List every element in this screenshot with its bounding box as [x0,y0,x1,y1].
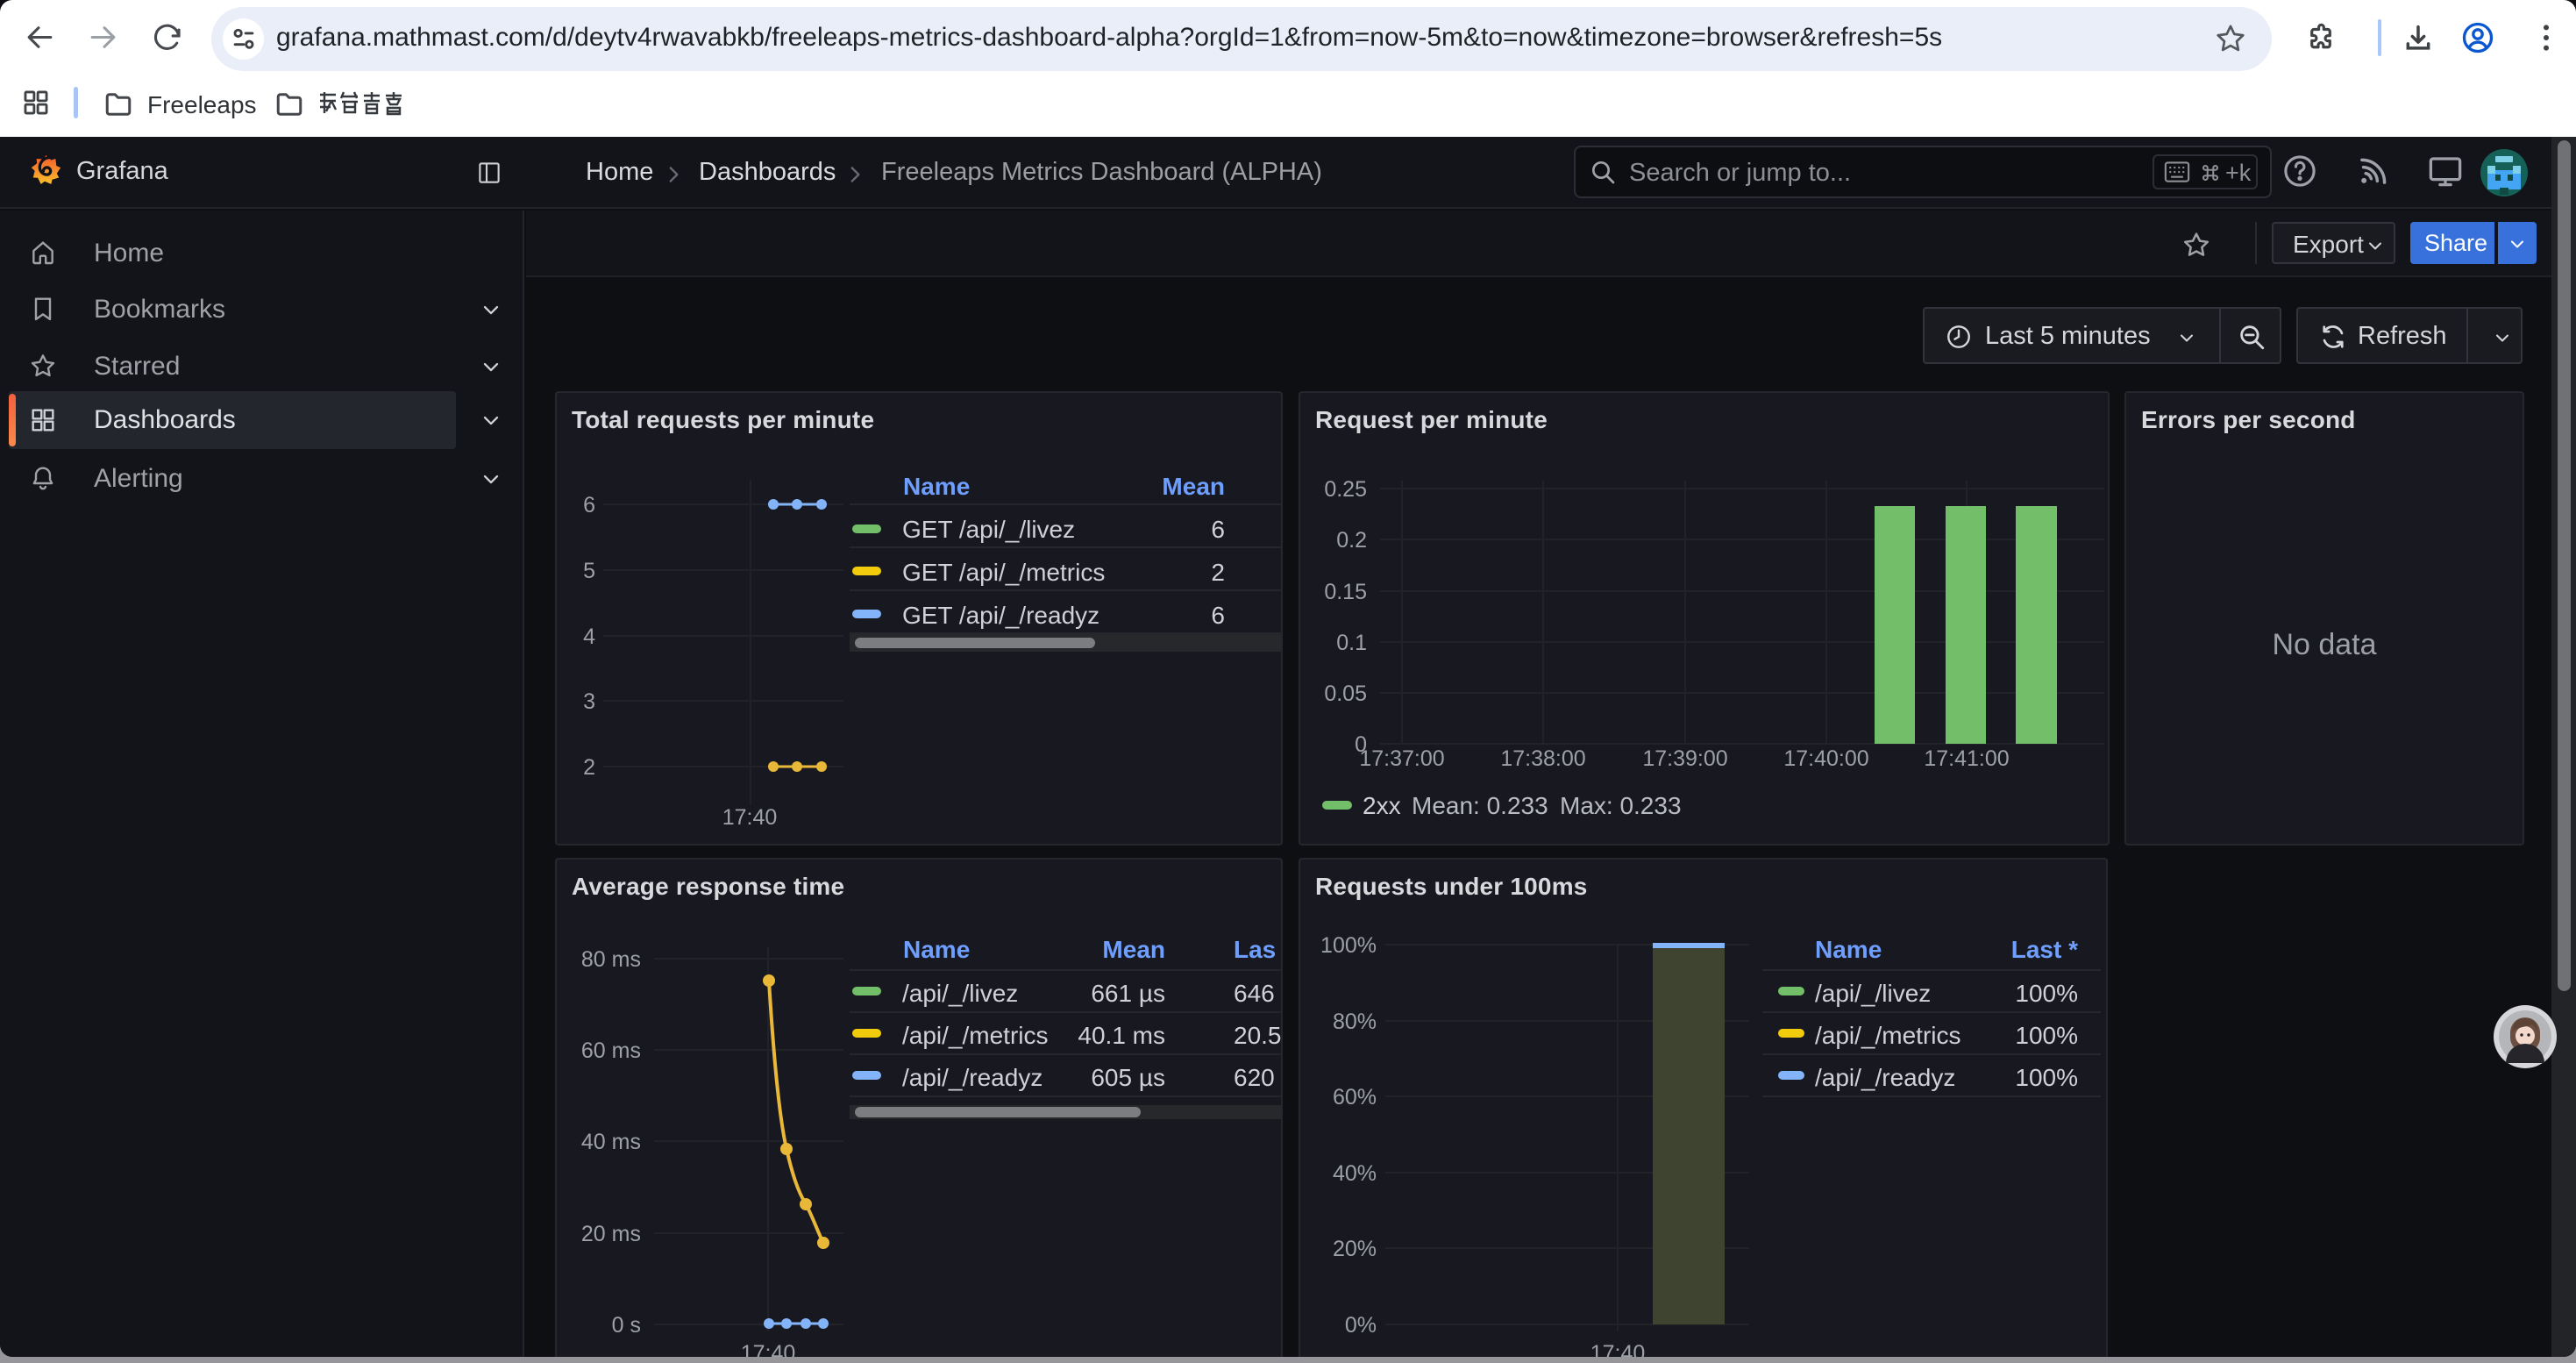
svg-text:605 µs: 605 µs [1091,1064,1165,1091]
svg-text:Max: 0.233: Max: 0.233 [1560,792,1682,819]
svg-text:Last *: Last * [2011,936,2078,963]
svg-text:Mean: Mean [1102,936,1165,963]
svg-text:/api/_/metrics: /api/_/metrics [1815,1022,1961,1049]
svg-text:5: 5 [583,559,595,583]
svg-text:17:40: 17:40 [722,805,778,830]
svg-text:661 µs: 661 µs [1091,980,1165,1007]
svg-text:17:40: 17:40 [1590,1341,1646,1357]
svg-text:17:37:00: 17:37:00 [1359,746,1444,771]
svg-text:17:39:00: 17:39:00 [1642,746,1727,771]
svg-text:20%: 20% [1333,1237,1377,1261]
svg-text:0 s: 0 s [612,1313,641,1338]
svg-text:6: 6 [1211,602,1225,629]
svg-text:20.5 r: 20.5 r [1234,1022,1281,1049]
svg-text:100%: 100% [1320,933,1377,958]
svg-text:/api/_/readyz: /api/_/readyz [902,1064,1042,1091]
svg-text:Name: Name [903,473,970,500]
svg-text:646: 646 [1234,980,1275,1007]
svg-text:0.25: 0.25 [1324,477,1367,502]
svg-text:0.2: 0.2 [1336,528,1367,553]
svg-text:60 ms: 60 ms [581,1038,641,1063]
svg-text:100%: 100% [2015,980,2078,1007]
svg-text:80 ms: 80 ms [581,947,641,972]
svg-text:GET /api/_/livez: GET /api/_/livez [902,516,1075,543]
svg-text:20 ms: 20 ms [581,1222,641,1246]
svg-text:Name: Name [903,936,970,963]
svg-text:2: 2 [1211,559,1225,586]
svg-text:620: 620 [1234,1064,1275,1091]
svg-text:/api/_/readyz: /api/_/readyz [1815,1064,1955,1091]
svg-text:0.15: 0.15 [1324,580,1367,604]
svg-text:2xx: 2xx [1363,792,1401,819]
svg-text:/api/_/livez: /api/_/livez [902,980,1018,1007]
svg-text:3: 3 [583,689,595,714]
svg-text:6: 6 [583,493,595,517]
svg-text:17:38:00: 17:38:00 [1500,746,1585,771]
svg-text:/api/_/livez: /api/_/livez [1815,980,1931,1007]
svg-text:/api/_/metrics: /api/_/metrics [902,1022,1049,1049]
svg-text:GET /api/_/readyz: GET /api/_/readyz [902,602,1099,629]
svg-text:40.1 ms: 40.1 ms [1078,1022,1165,1049]
svg-text:4: 4 [583,624,595,649]
svg-text:17:41:00: 17:41:00 [1924,746,2009,771]
svg-text:2: 2 [583,755,595,780]
svg-text:0.1: 0.1 [1336,631,1367,655]
svg-text:6: 6 [1211,516,1225,543]
svg-text:Mean: 0.233: Mean: 0.233 [1412,792,1548,819]
svg-text:17:40: 17:40 [741,1341,796,1357]
svg-text:Las: Las [1234,936,1276,963]
svg-text:Mean: Mean [1162,473,1225,500]
svg-text:60%: 60% [1333,1085,1377,1110]
svg-text:Name: Name [1815,936,1882,963]
svg-text:GET /api/_/metrics: GET /api/_/metrics [902,559,1105,586]
svg-text:80%: 80% [1333,1010,1377,1034]
svg-text:0.05: 0.05 [1324,682,1367,706]
svg-text:17:40:00: 17:40:00 [1783,746,1868,771]
svg-text:0%: 0% [1345,1313,1377,1338]
svg-text:100%: 100% [2015,1064,2078,1091]
svg-text:40 ms: 40 ms [581,1130,641,1154]
svg-text:40%: 40% [1333,1161,1377,1186]
svg-text:100%: 100% [2015,1022,2078,1049]
